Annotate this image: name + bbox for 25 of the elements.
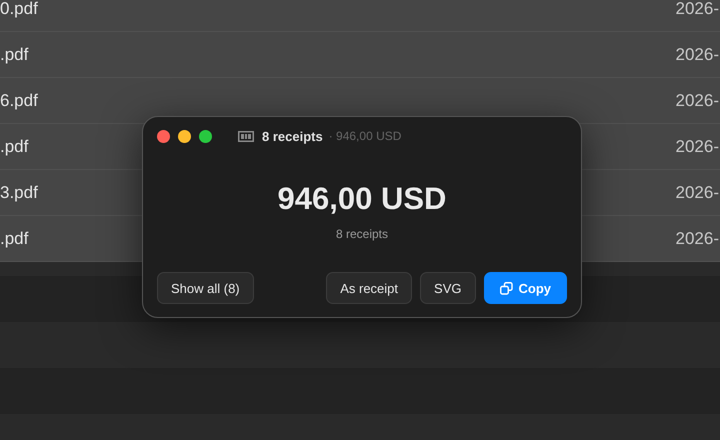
file-date: 2026- bbox=[676, 136, 719, 156]
file-date: 2026- bbox=[676, 44, 719, 64]
copy-button[interactable]: Copy bbox=[484, 272, 567, 304]
file-name: 6.pdf bbox=[0, 90, 38, 110]
file-name: .pdf bbox=[0, 136, 28, 156]
file-name: 0.pdf bbox=[0, 0, 38, 18]
file-date: 2026- bbox=[676, 182, 719, 202]
zoom-button[interactable] bbox=[199, 130, 212, 142]
receipt-count: 8 receipts bbox=[334, 227, 390, 241]
file-date: 2026- bbox=[676, 90, 719, 110]
file-date: 2026- bbox=[676, 228, 719, 248]
action-button[interactable]: As receipt bbox=[326, 272, 412, 304]
file-name: .pdf bbox=[0, 228, 28, 248]
file-date: 2026- bbox=[676, 0, 719, 18]
file-name: .pdf bbox=[0, 44, 28, 64]
total-amount: 946,00 USD bbox=[276, 181, 448, 217]
film-strip-icon bbox=[238, 130, 254, 142]
action-button[interactable]: SVG bbox=[420, 272, 476, 304]
action-button[interactable]: Show all (8) bbox=[157, 272, 254, 304]
close-button[interactable] bbox=[157, 130, 170, 142]
file-name: 3.pdf bbox=[0, 182, 38, 202]
minimize-button[interactable] bbox=[178, 130, 191, 142]
window-subtitle: · 946,00 USD bbox=[328, 129, 402, 143]
copy-icon bbox=[500, 282, 512, 294]
window-title: 8 receipts bbox=[262, 128, 323, 144]
